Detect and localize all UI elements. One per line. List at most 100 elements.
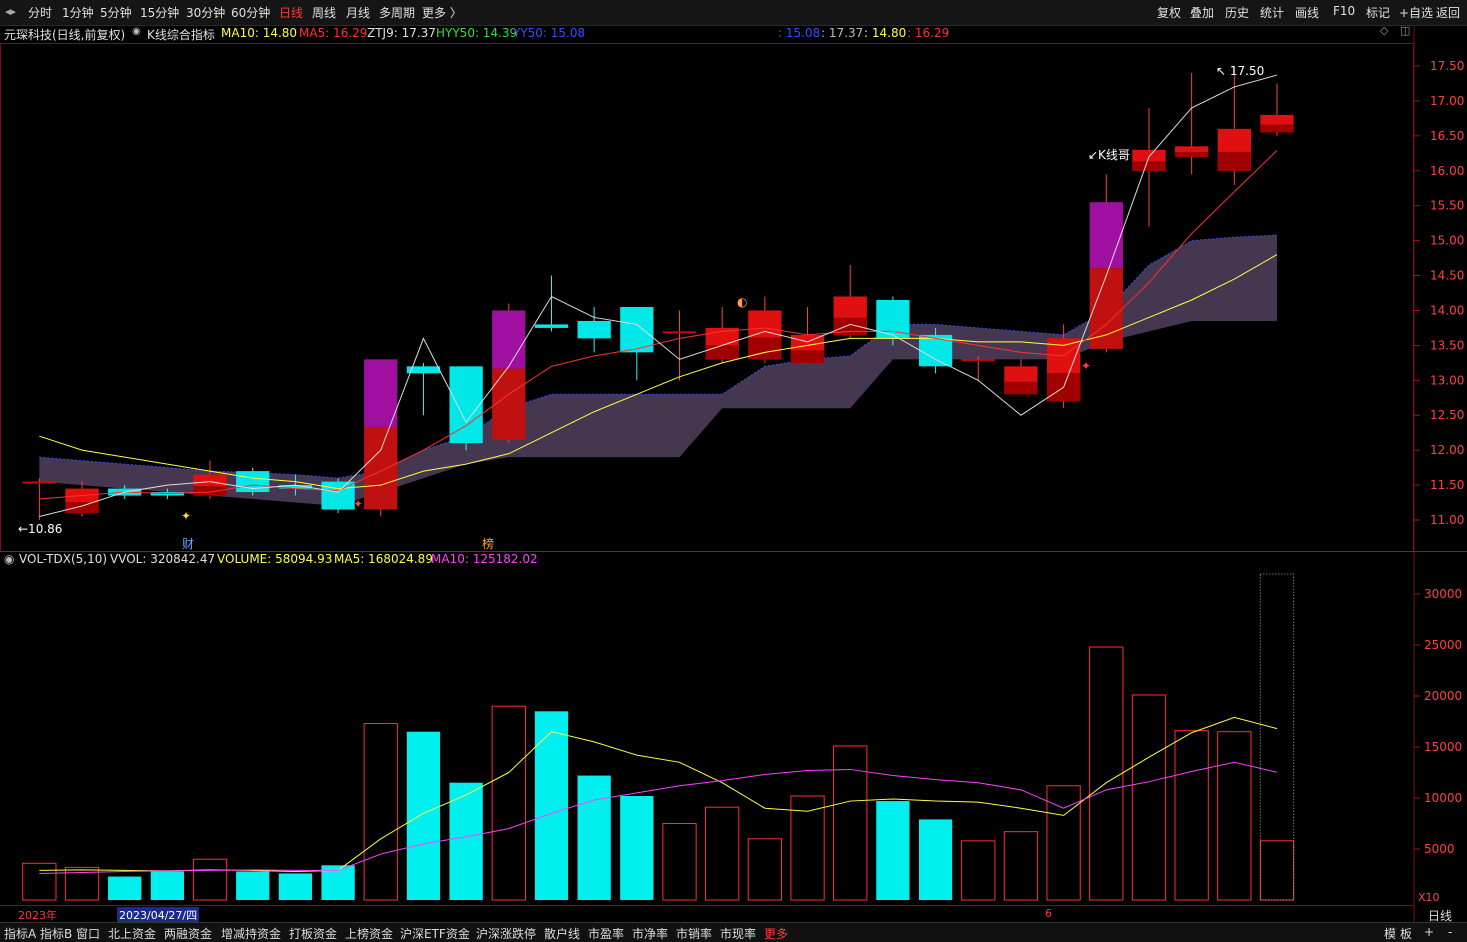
volume-bar xyxy=(1217,731,1252,901)
vvol-ghost-bar xyxy=(1259,573,1295,901)
price-axis-label: 15.50 xyxy=(1430,199,1464,213)
price-axis-label: 13.50 xyxy=(1430,338,1464,352)
bottom-tab-2[interactable]: 窗口 xyxy=(76,925,100,942)
butterfly-icon: ✦ xyxy=(181,509,191,523)
bottom-tab-4[interactable]: 两融资金 xyxy=(164,925,212,942)
vol-ma5-label: MA5: 168024.89 xyxy=(334,552,433,566)
candle-body xyxy=(705,345,739,360)
candle-body xyxy=(364,426,398,510)
chart-area[interactable]: ↖ 17.50 ←10.86 ↙K线哥财 榜 ✦ ✦ ✦ ◐ 17.50 17.00 16.50 16… xyxy=(0,0,1467,941)
bottom-tab-8[interactable]: 沪深ETF资金 xyxy=(400,925,470,942)
candle-body xyxy=(193,486,227,496)
bottom-right-button-1[interactable]: 板 xyxy=(1400,925,1412,942)
cai-marker: 财 xyxy=(182,537,194,551)
volume-bar xyxy=(961,840,996,901)
vol-axis-label: 20000 xyxy=(1424,689,1462,703)
candle-body xyxy=(1217,151,1251,171)
candle-body xyxy=(662,332,697,334)
bottom-tab-3[interactable]: 北上资金 xyxy=(108,925,156,942)
vol-axis-label: 10000 xyxy=(1424,791,1462,805)
price-axis-label: 12.00 xyxy=(1430,443,1464,457)
volume-bar xyxy=(22,862,57,901)
candle-body xyxy=(65,502,99,514)
bottom-tab-6[interactable]: 打板资金 xyxy=(289,925,337,942)
bottom-tab-0[interactable]: 指标A xyxy=(4,925,36,942)
bottom-tab-13[interactable]: 市销率 xyxy=(676,925,712,942)
volume-bar xyxy=(491,705,526,901)
bottom-right-button-2[interactable]: + xyxy=(1424,925,1434,939)
vol-title[interactable]: VOL-TDX(5,10) xyxy=(19,552,107,566)
candle-body xyxy=(1174,152,1209,157)
bottom-tab-11[interactable]: 市盈率 xyxy=(588,925,624,942)
bottom-tab-7[interactable]: 上榜资金 xyxy=(345,925,393,942)
volume-bar xyxy=(1174,730,1209,901)
volume-bar xyxy=(876,801,910,900)
volume-bar xyxy=(363,723,398,901)
volume-bar xyxy=(918,819,953,900)
price-axis-label: 11.50 xyxy=(1430,478,1464,492)
volume-bar xyxy=(278,873,313,900)
vol-axis-label: 30000 xyxy=(1424,587,1462,601)
candle-body xyxy=(1132,161,1166,171)
volume-bar xyxy=(150,871,185,900)
vol-settings-icon[interactable]: ◉ xyxy=(4,552,14,566)
volume-bar xyxy=(1259,840,1295,901)
butterfly-icon: ✦ xyxy=(1081,359,1091,373)
year-label: 2023年 xyxy=(18,909,57,922)
price-axis-label: 12.50 xyxy=(1430,408,1464,422)
candle-body xyxy=(1089,268,1123,349)
bottom-right-button-0[interactable]: 模 xyxy=(1384,925,1396,942)
vol-unit-label: X10 xyxy=(1418,891,1440,904)
bottom-tab-15[interactable]: 更多 xyxy=(764,925,788,942)
candle-body xyxy=(492,368,526,440)
price-axis-label: 15.00 xyxy=(1430,234,1464,248)
price-axis-label: 14.50 xyxy=(1430,269,1464,283)
kline-ge-label: ↙K线哥 xyxy=(1088,148,1130,162)
vol-ma5-line xyxy=(39,716,1278,872)
price-axis-label: 14.00 xyxy=(1430,303,1464,317)
date-mark-6: 6 xyxy=(1045,907,1052,920)
cursor-date: 2023/04/27/四 xyxy=(117,907,200,923)
bottom-tab-1[interactable]: 指标B xyxy=(40,925,72,942)
candle-body xyxy=(22,482,56,484)
price-axis-label: 16.50 xyxy=(1430,129,1464,143)
volume-bar xyxy=(1003,831,1039,901)
volume-bar xyxy=(1089,646,1124,901)
volume-bar xyxy=(577,775,611,900)
price-axis-label: 16.00 xyxy=(1430,164,1464,178)
vol-ma10-label: MA10: 125182.02 xyxy=(431,552,538,566)
volume-bar xyxy=(620,795,654,900)
vvol-label: VVOL: 320842.47 xyxy=(110,552,216,566)
high-price-label: ↖ 17.50 xyxy=(1216,64,1264,78)
bottom-tab-5[interactable]: 增减持资金 xyxy=(221,925,281,942)
signal-icon: ◐ xyxy=(737,295,747,309)
candle-body xyxy=(492,310,526,369)
candle-body xyxy=(748,337,782,360)
bottom-tab-14[interactable]: 市现率 xyxy=(720,925,756,942)
candle-body xyxy=(790,350,825,363)
volume-label: VOLUME: 58094.93 xyxy=(217,552,333,566)
volume-bar xyxy=(406,731,441,900)
bottom-tab-9[interactable]: 沪深涨跌停 xyxy=(476,925,536,942)
volume-bar xyxy=(705,806,740,901)
candle-body xyxy=(364,359,398,427)
vol-axis-label: 25000 xyxy=(1424,638,1462,652)
volume-bar xyxy=(534,711,569,900)
volume-bar xyxy=(108,876,142,900)
vol-axis-label: 15000 xyxy=(1424,740,1462,754)
volume-bar xyxy=(192,858,228,901)
bottom-tab-12[interactable]: 市净率 xyxy=(632,925,668,942)
vol-ma10-line xyxy=(39,761,1278,874)
bottom-right-button-3[interactable]: - xyxy=(1448,925,1452,939)
candle-body xyxy=(1004,381,1038,395)
price-axis-label: 17.00 xyxy=(1430,94,1464,108)
volume-bar xyxy=(236,871,270,900)
price-axis-label: 17.50 xyxy=(1430,59,1464,73)
candle-body xyxy=(961,360,995,362)
volume-bar xyxy=(1131,694,1167,901)
volume-bar xyxy=(662,823,697,901)
price-axis-label: 11.00 xyxy=(1430,513,1464,527)
price-axis-label: 13.00 xyxy=(1430,373,1464,387)
bottom-tab-bar: 指标A 指标B 窗口 北上资金 两融资金 增减持资金 打板资金 上榜资金 沪深ETF资金 沪深涨跌… xyxy=(0,922,1467,942)
bottom-tab-10[interactable]: 散户线 xyxy=(544,925,580,942)
